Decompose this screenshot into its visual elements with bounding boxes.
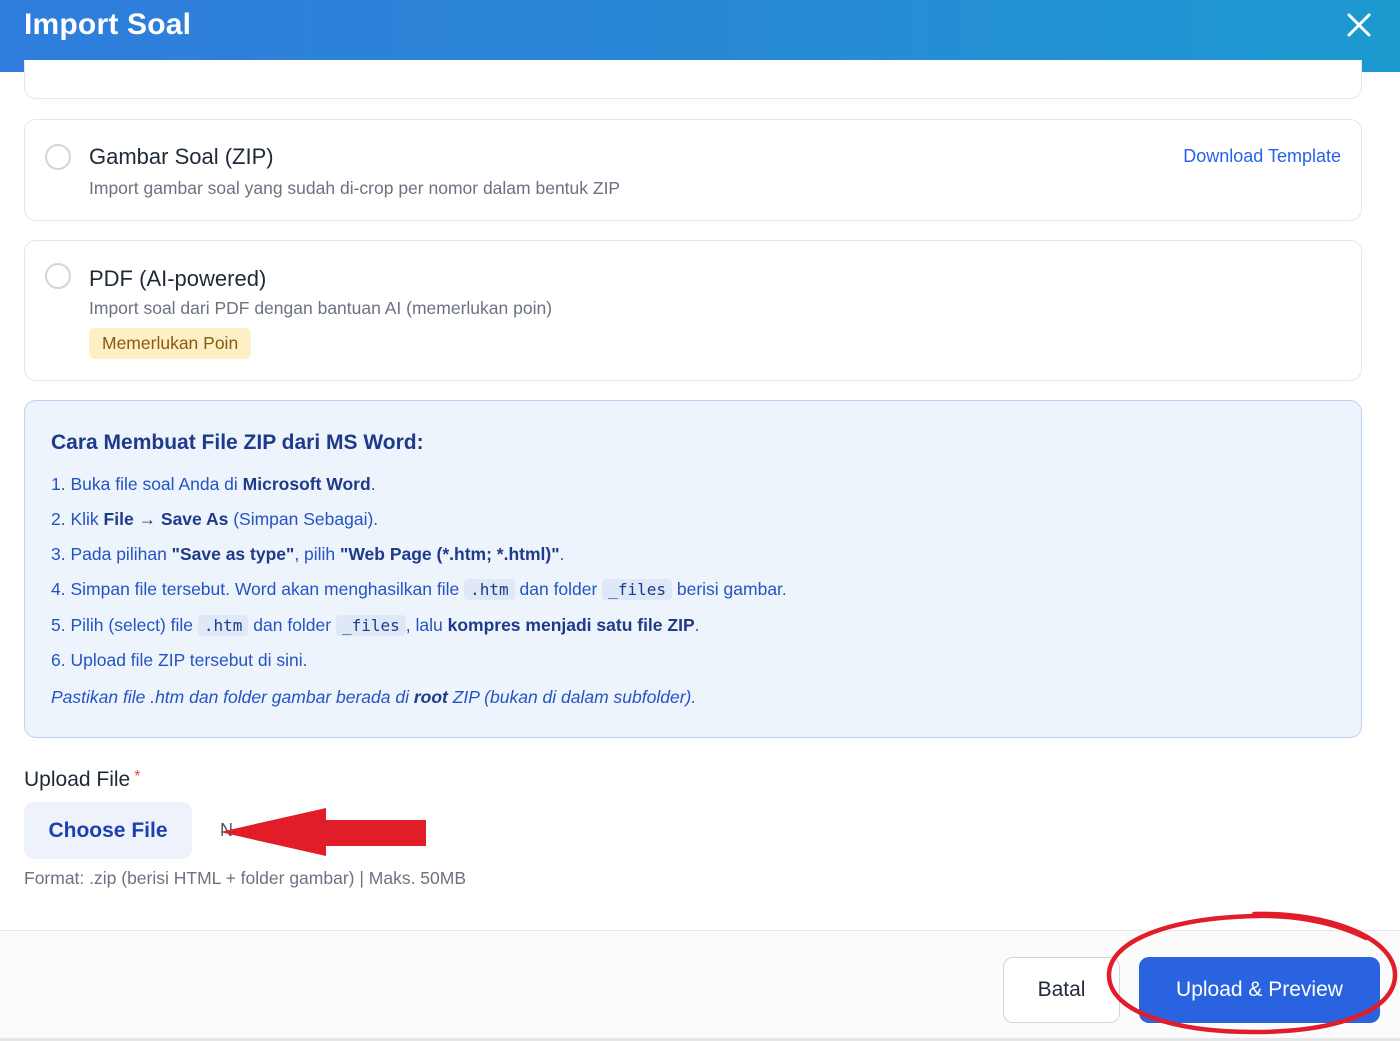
cancel-button[interactable]: Batal: [1003, 957, 1120, 1023]
close-button[interactable]: [1342, 8, 1376, 42]
close-icon: [1347, 13, 1371, 37]
instruction-step-1: 1. Buka file soal Anda di Microsoft Word…: [51, 474, 376, 494]
requires-points-badge: Memerlukan Poin: [89, 328, 252, 359]
instructions-title: Cara Membuat File ZIP dari MS Word:: [51, 431, 424, 454]
choose-file-button[interactable]: Choose File: [24, 802, 192, 859]
option-card-partial: [24, 60, 1362, 99]
upload-file-label: Upload File *: [24, 768, 141, 791]
instruction-note: Pastikan file .htm dan folder gambar ber…: [51, 687, 697, 707]
option-description: Import soal dari PDF dengan bantuan AI (…: [89, 298, 553, 318]
instruction-step-4: 4. Simpan file tersebut. Word akan mengh…: [51, 579, 787, 600]
download-template-link[interactable]: Download Template: [1183, 146, 1341, 167]
red-arrow-annotation-icon: [220, 808, 426, 856]
option-title: PDF (AI-powered): [89, 266, 267, 291]
option-title: Gambar Soal (ZIP): [89, 144, 274, 169]
upload-hint: Format: .zip (berisi HTML + folder gamba…: [24, 868, 467, 888]
option-card-pdf[interactable]: PDF (AI-powered) Import soal dari PDF de…: [24, 240, 1362, 381]
instruction-step-6: 6. Upload file ZIP tersebut di sini.: [51, 650, 308, 670]
radio-gambar-soal[interactable]: [45, 144, 71, 170]
required-mark: *: [134, 768, 141, 785]
red-circle-annotation-icon: [1106, 911, 1398, 1035]
instruction-step-2: 2. Klik File → Save As (Simpan Sebagai).: [51, 509, 379, 529]
instructions-box: Cara Membuat File ZIP dari MS Word: 1. B…: [24, 400, 1362, 738]
option-card-gambar-soal[interactable]: Gambar Soal (ZIP) Import gambar soal yan…: [24, 119, 1362, 221]
instruction-step-5: 5. Pilih (select) file .htm dan folder _…: [51, 615, 700, 636]
radio-pdf[interactable]: [45, 263, 71, 289]
instruction-step-3: 3. Pada pilihan "Save as type", pilih "W…: [51, 544, 565, 564]
option-description: Import gambar soal yang sudah di-crop pe…: [89, 178, 621, 198]
modal-title: Import Soal: [24, 8, 192, 41]
